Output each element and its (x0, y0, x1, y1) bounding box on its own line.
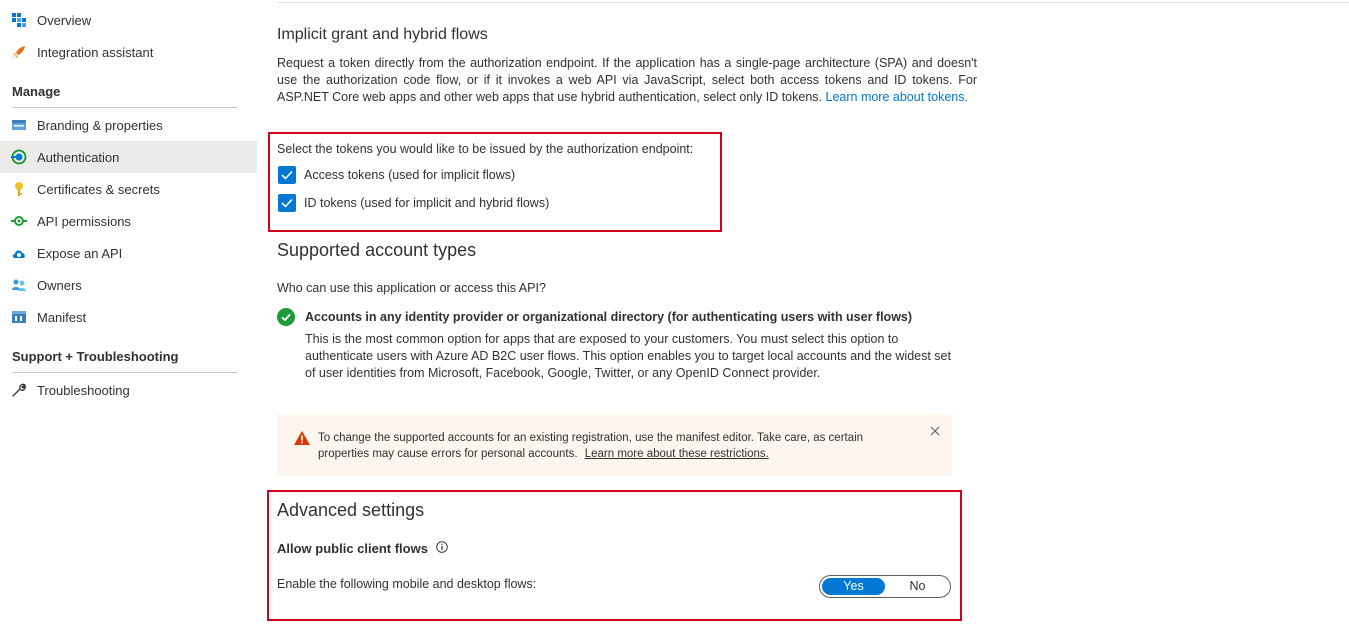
branding-icon (12, 120, 26, 130)
selected-account-type-icon (277, 308, 295, 326)
supported-account-types-title: Supported account types (277, 240, 477, 260)
advanced-settings-title: Advanced settings (277, 500, 425, 520)
implicit-grant-title: Implicit grant and hybrid flows (277, 26, 488, 43)
sidebar-item-label: Expose an API (37, 246, 123, 261)
sidebar-item-label: Troubleshooting (37, 383, 130, 398)
sidebar: Overview Integration assistant Manage Br… (0, 0, 257, 643)
rocket-icon (12, 46, 25, 59)
implicit-grant-description: Request a token directly from the author… (277, 55, 977, 106)
learn-more-tokens-link[interactable]: Learn more about tokens. (826, 90, 968, 104)
divider (12, 372, 237, 373)
sidebar-item-certificates-secrets[interactable]: Certificates & secrets (0, 173, 257, 205)
public-client-flows-toggle[interactable]: Yes No (819, 575, 951, 598)
check-circle-icon (281, 313, 291, 322)
cloud-icon (12, 250, 25, 258)
checkmark-icon (281, 198, 293, 208)
sidebar-item-label: API permissions (37, 214, 131, 229)
warning-text-block: To change the supported accounts for an … (318, 431, 908, 462)
token-select-prompt: Select the tokens you would like to be i… (277, 142, 694, 156)
sidebar-item-troubleshooting[interactable]: Troubleshooting (0, 374, 257, 406)
info-icon[interactable] (436, 541, 448, 553)
learn-more-restrictions-link[interactable]: Learn more about these restrictions. (585, 448, 769, 460)
checkmark-icon (281, 170, 293, 180)
public-client-flows-label: Allow public client flows (277, 541, 428, 556)
id-tokens-label[interactable]: ID tokens (used for implicit and hybrid … (304, 196, 549, 210)
sidebar-item-label: Certificates & secrets (37, 182, 160, 197)
account-type-option-description: This is the most common option for apps … (305, 332, 951, 380)
sidebar-item-overview[interactable]: Overview (0, 4, 257, 36)
sidebar-item-manifest[interactable]: Manifest (0, 301, 257, 333)
sidebar-item-branding[interactable]: Branding & properties (0, 109, 257, 141)
sidebar-item-expose-an-api[interactable]: Expose an API (0, 237, 257, 269)
sidebar-item-owners[interactable]: Owners (0, 269, 257, 301)
divider (12, 107, 237, 108)
sidebar-item-authentication[interactable]: Authentication (0, 141, 257, 173)
authentication-icon (11, 149, 27, 165)
access-tokens-checkbox[interactable] (278, 166, 296, 184)
sidebar-item-api-permissions[interactable]: API permissions (0, 205, 257, 237)
sidebar-item-label: Integration assistant (37, 45, 154, 60)
sidebar-item-label: Overview (37, 13, 92, 28)
top-divider (277, 2, 1349, 3)
overview-grid-icon (12, 13, 26, 27)
sidebar-item-label: Authentication (37, 150, 120, 165)
manifest-icon (12, 311, 26, 323)
manage-section-header: Manage (12, 84, 61, 99)
api-permissions-icon (11, 216, 27, 226)
wrench-icon (12, 383, 26, 397)
sidebar-item-label: Branding & properties (37, 118, 163, 133)
warning-icon (294, 431, 310, 445)
sidebar-item-label: Owners (37, 278, 82, 293)
mobile-desktop-flows-label: Enable the following mobile and desktop … (277, 577, 537, 591)
account-type-option-title: Accounts in any identity provider or org… (305, 310, 913, 324)
toggle-yes-option[interactable]: Yes (822, 578, 885, 595)
sidebar-item-integration-assistant[interactable]: Integration assistant (0, 36, 257, 68)
owners-icon (12, 279, 26, 291)
close-icon[interactable] (930, 426, 940, 436)
support-section-header: Support + Troubleshooting (12, 349, 179, 364)
access-tokens-label[interactable]: Access tokens (used for implicit flows) (304, 168, 515, 182)
warning-banner: To change the supported accounts for an … (277, 414, 952, 476)
toggle-no-option[interactable]: No (890, 578, 945, 595)
id-tokens-checkbox[interactable] (278, 194, 296, 212)
key-icon (15, 182, 23, 196)
account-types-question: Who can use this application or access t… (277, 281, 546, 295)
sidebar-item-label: Manifest (37, 310, 87, 325)
